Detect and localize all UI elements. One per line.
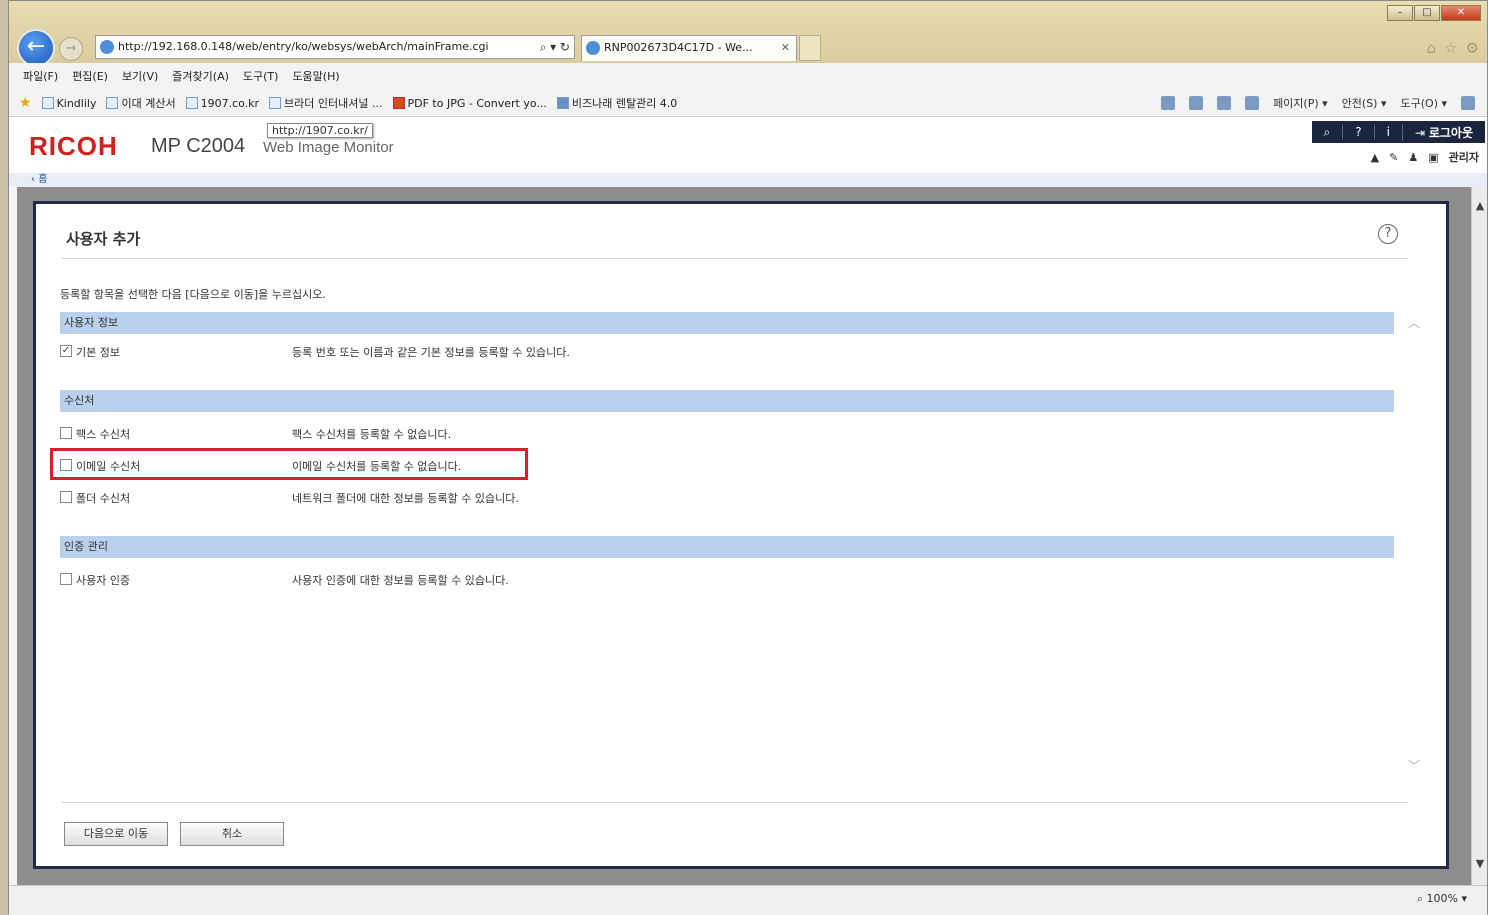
favorite-item[interactable]: 1907.co.kr <box>185 97 259 110</box>
status-bar: ⌕ 100% ▾ <box>9 885 1487 915</box>
print-icon[interactable] <box>1245 96 1260 110</box>
divider <box>62 258 1408 259</box>
favorite-item[interactable]: 비즈나래 렌탈관리 4.0 <box>556 95 677 111</box>
mail-icon[interactable] <box>1217 96 1232 110</box>
device-icon: ▣ <box>1428 150 1439 164</box>
command-bar: 페이지(P) ▾ 안전(S) ▾ 도구(O) ▾ <box>1161 95 1475 111</box>
fax-destination-checkbox[interactable] <box>60 427 72 439</box>
home-page-icon[interactable] <box>1161 96 1176 110</box>
add-user-dialog: 사용자 추가 ? 등록할 항목을 선택한 다음 [다음으로 이동]을 누르십시오… <box>33 201 1449 869</box>
lock-icon: ▲ <box>1370 150 1380 164</box>
home-link[interactable]: ‹ 홈 <box>9 173 1487 187</box>
app-subtitle: Web Image Monitor <box>263 139 394 156</box>
favorites-bar: ★ Kindlily 이대 계산서 1907.co.kr 브라더 인터내셔널 .… <box>9 89 1487 117</box>
favorites-star-icon[interactable]: ★ <box>19 95 32 111</box>
help-icon[interactable]: ? <box>1378 224 1398 244</box>
pdf-icon <box>392 97 405 109</box>
menu-tools[interactable]: 도구(T) <box>243 68 279 84</box>
home-icon[interactable]: ⌂ <box>1427 39 1437 57</box>
page-icon <box>185 97 198 109</box>
ie-page-icon <box>100 40 114 54</box>
option-fax-destination: 팩스 수신처 팩스 수신처를 등록할 수 없습니다. <box>60 424 1060 444</box>
next-button[interactable]: 다음으로 이동 <box>64 822 168 846</box>
folder-destination-checkbox[interactable] <box>60 491 72 503</box>
model-name: MP C2004 <box>151 135 246 157</box>
page-menu[interactable]: 페이지(P) ▾ <box>1273 95 1328 111</box>
safety-menu[interactable]: 안전(S) ▾ <box>1342 95 1387 111</box>
back-button[interactable]: ← <box>17 29 55 67</box>
logout-link[interactable]: ⇥ 로그아웃 <box>1401 123 1485 141</box>
option-folder-destination: 폴더 수신처 네트워크 폴더에 대한 정보를 등록할 수 있습니다. <box>60 488 1060 508</box>
instruction-text: 등록할 항목을 선택한 다음 [다음으로 이동]을 누르십시오. <box>60 288 326 301</box>
section-user-info: 사용자 정보 <box>60 312 1394 334</box>
close-button[interactable]: ✕ <box>1441 5 1481 21</box>
wrench-icon: ✎ <box>1389 150 1399 164</box>
settings-gear-icon[interactable]: ⚙ <box>1466 39 1479 57</box>
help-menu-icon[interactable] <box>1461 96 1475 110</box>
favorite-item[interactable]: PDF to JPG - Convert yo... <box>392 97 547 110</box>
zoom-control[interactable]: ⌕ 100% ▾ <box>1417 892 1467 906</box>
basic-info-checkbox[interactable]: ✓ <box>60 345 72 357</box>
cancel-button[interactable]: 취소 <box>180 822 284 846</box>
menu-bar: 파일(F) 편집(E) 보기(V) 즐겨찾기(A) 도구(T) 도움말(H) <box>9 63 1487 89</box>
top-toolbar: ⌕ ? i ⇥ 로그아웃 <box>1311 121 1485 143</box>
ricoh-header: RICOH MP C2004 Web Image Monitor http://… <box>9 117 1487 173</box>
tab-title: RNP002673D4C17D - We... <box>604 41 753 54</box>
minimize-button[interactable]: – <box>1387 5 1413 21</box>
content-scrollbar[interactable]: ︿ ﹀ <box>1408 314 1422 774</box>
section-auth-management: 인증 관리 <box>60 536 1394 558</box>
tools-menu[interactable]: 도구(O) ▾ <box>1401 95 1448 111</box>
favorite-item[interactable]: 이대 계산서 <box>106 95 176 111</box>
info-icon[interactable]: i <box>1373 125 1402 139</box>
chevron-down-icon[interactable]: ﹀ <box>1408 757 1420 774</box>
divider <box>62 802 1408 803</box>
tab-close-icon[interactable]: ✕ <box>781 36 790 60</box>
user-auth-checkbox[interactable] <box>60 573 72 585</box>
menu-favorites[interactable]: 즐겨찾기(A) <box>172 68 229 84</box>
admin-row: ▲ ✎ ♟ ▣ 관리자 <box>1371 149 1479 165</box>
section-destination: 수신처 <box>60 390 1394 412</box>
maximize-button[interactable]: □ <box>1414 5 1440 21</box>
page-scrollbar[interactable]: ▲ ▼ <box>1471 187 1487 885</box>
tab-page-icon <box>586 41 600 55</box>
person-icon: ♟ <box>1408 150 1419 164</box>
browser-window: – □ ✕ ← → http://192.168.0.148/web/entry… <box>8 0 1488 915</box>
menu-edit[interactable]: 편집(E) <box>72 68 108 84</box>
ricoh-logo: RICOH <box>29 131 118 161</box>
chevron-up-icon[interactable]: ︿ <box>1408 314 1420 331</box>
option-user-authentication: 사용자 인증 사용자 인증에 대한 정보를 등록할 수 있습니다. <box>60 570 1060 590</box>
browser-right-icons: ⌂ ☆ ⚙ <box>1427 39 1479 57</box>
forward-button[interactable]: → <box>59 37 83 61</box>
page-icon <box>106 97 119 109</box>
address-bar[interactable]: http://192.168.0.148/web/entry/ko/websys… <box>95 35 575 59</box>
window-controls: – □ ✕ <box>1386 5 1481 21</box>
favorite-item[interactable]: Kindlily <box>41 97 96 110</box>
favorite-item[interactable]: 브라더 인터내셔널 ... <box>269 95 383 111</box>
menu-file[interactable]: 파일(F) <box>23 68 58 84</box>
help-icon[interactable]: ? <box>1342 125 1373 139</box>
scroll-up-icon[interactable]: ▲ <box>1472 199 1488 215</box>
search-icon[interactable]: ⌕ <box>1312 125 1343 140</box>
dialog-title: 사용자 추가 <box>66 230 141 248</box>
page-icon <box>41 97 54 109</box>
option-basic-info: ✓ 기본 정보 등록 번호 또는 이름과 같은 기본 정보를 등록할 수 있습니… <box>60 345 570 359</box>
favorites-star-icon[interactable]: ☆ <box>1444 39 1457 57</box>
link-tooltip: http://1907.co.kr/ <box>267 123 373 138</box>
new-tab-button[interactable] <box>799 35 821 61</box>
search-refresh-icons[interactable]: ⌕ ▾ ↻ <box>535 36 570 58</box>
address-url: http://192.168.0.148/web/entry/ko/websys… <box>118 40 489 53</box>
app-icon <box>556 97 569 109</box>
annotation-highlight-box <box>50 448 528 480</box>
menu-help[interactable]: 도움말(H) <box>292 68 339 84</box>
browser-tab[interactable]: RNP002673D4C17D - We... ✕ <box>581 35 797 61</box>
title-bar: – □ ✕ ← → http://192.168.0.148/web/entry… <box>9 1 1487 67</box>
scroll-down-icon[interactable]: ▼ <box>1472 857 1488 873</box>
page-icon <box>269 97 282 109</box>
admin-label: 관리자 <box>1448 151 1479 164</box>
feeds-icon[interactable] <box>1189 96 1204 110</box>
menu-view[interactable]: 보기(V) <box>122 68 158 84</box>
